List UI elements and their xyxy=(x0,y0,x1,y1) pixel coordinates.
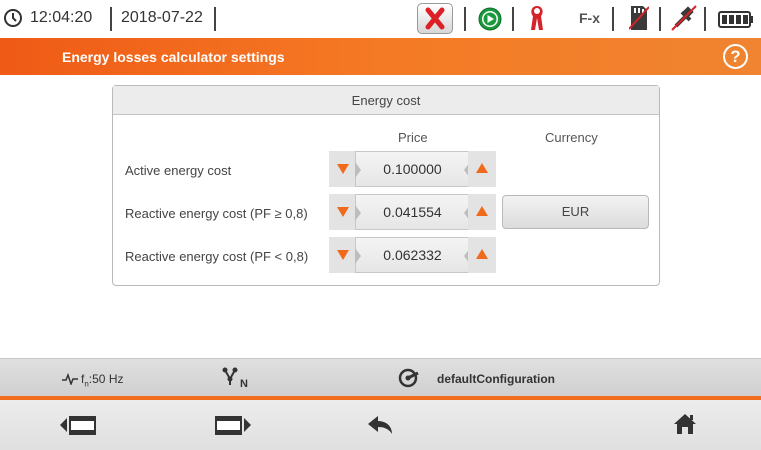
back-button[interactable] xyxy=(304,400,456,450)
reactive-energy-cost-low-pf-spinner: 0.062332 xyxy=(329,237,496,273)
back-arrow-icon xyxy=(368,416,392,434)
triangle-down-icon xyxy=(337,250,349,260)
status-date: 2018-07-22 xyxy=(121,9,203,26)
home-button[interactable] xyxy=(608,400,760,450)
next-screen-icon xyxy=(215,416,251,435)
clamp-icon xyxy=(531,6,543,30)
increment-button[interactable] xyxy=(468,237,496,273)
increment-button[interactable] xyxy=(468,151,496,187)
reactive-energy-cost-high-pf-value[interactable]: 0.041554 xyxy=(355,194,470,230)
reactive-energy-cost-high-pf-spinner: 0.041554 xyxy=(329,194,496,230)
panel-title: Energy cost xyxy=(113,86,659,115)
reactive-energy-cost-high-pf-label: Reactive energy cost (PF ≥ 0,8) xyxy=(125,206,308,221)
status-divider xyxy=(110,7,112,31)
function-key-bar xyxy=(0,400,761,450)
price-column-header: Price xyxy=(398,130,428,145)
active-energy-cost-value[interactable]: 0.100000 xyxy=(355,151,470,187)
status-time: 12:04:20 xyxy=(30,9,93,26)
decrement-button[interactable] xyxy=(329,194,357,230)
home-icon xyxy=(674,414,696,434)
status-bar: 12:04:20 2018-07-22 F-x xyxy=(0,0,761,38)
configuration-gauge-icon xyxy=(398,368,419,388)
network-label: N xyxy=(240,378,248,390)
triangle-up-icon xyxy=(476,163,488,173)
increment-button[interactable] xyxy=(468,194,496,230)
record-play-icon[interactable] xyxy=(477,6,503,32)
status-divider xyxy=(612,7,614,31)
usb-icon xyxy=(671,5,697,31)
clock-icon xyxy=(4,9,22,27)
network-topology-icon xyxy=(222,367,238,385)
active-energy-cost-spinner: 0.100000 xyxy=(329,151,496,187)
info-bar: fn:50 Hz N defaultConfiguration xyxy=(0,358,761,398)
decrement-button[interactable] xyxy=(329,151,357,187)
frequency-indicator: fn:50 Hz xyxy=(81,372,124,389)
triangle-up-icon xyxy=(476,206,488,216)
reactive-energy-cost-low-pf-label: Reactive energy cost (PF < 0,8) xyxy=(125,249,309,264)
triangle-up-icon xyxy=(476,249,488,259)
title-bar: Energy losses calculator settings ? xyxy=(0,38,761,75)
status-divider xyxy=(464,7,466,31)
status-divider xyxy=(659,7,661,31)
stop-red-x-icon xyxy=(425,7,445,30)
currency-column-header: Currency xyxy=(545,130,598,145)
prev-screen-icon xyxy=(60,416,96,435)
fx-indicator: F-x xyxy=(579,10,600,26)
reactive-energy-cost-low-pf-value[interactable]: 0.062332 xyxy=(355,237,470,273)
active-energy-cost-label: Active energy cost xyxy=(125,163,232,178)
status-divider xyxy=(214,7,216,31)
sd-card-icon xyxy=(629,6,649,30)
configuration-name: defaultConfiguration xyxy=(437,372,555,386)
triangle-down-icon xyxy=(337,164,349,174)
next-screen-button[interactable] xyxy=(152,400,304,450)
stop-button[interactable] xyxy=(417,3,453,34)
page-title: Energy losses calculator settings xyxy=(62,49,285,65)
status-divider xyxy=(704,7,706,31)
energy-cost-panel: Energy cost Price Currency Active energy… xyxy=(112,85,660,286)
waveform-icon xyxy=(62,373,78,385)
help-button[interactable]: ? xyxy=(723,44,748,69)
battery-icon xyxy=(718,11,753,28)
decrement-button[interactable] xyxy=(329,237,357,273)
empty-function-key[interactable] xyxy=(456,400,608,450)
status-divider xyxy=(512,7,514,31)
prev-screen-button[interactable] xyxy=(0,400,152,450)
triangle-down-icon xyxy=(337,207,349,217)
currency-button[interactable]: EUR xyxy=(502,195,649,229)
